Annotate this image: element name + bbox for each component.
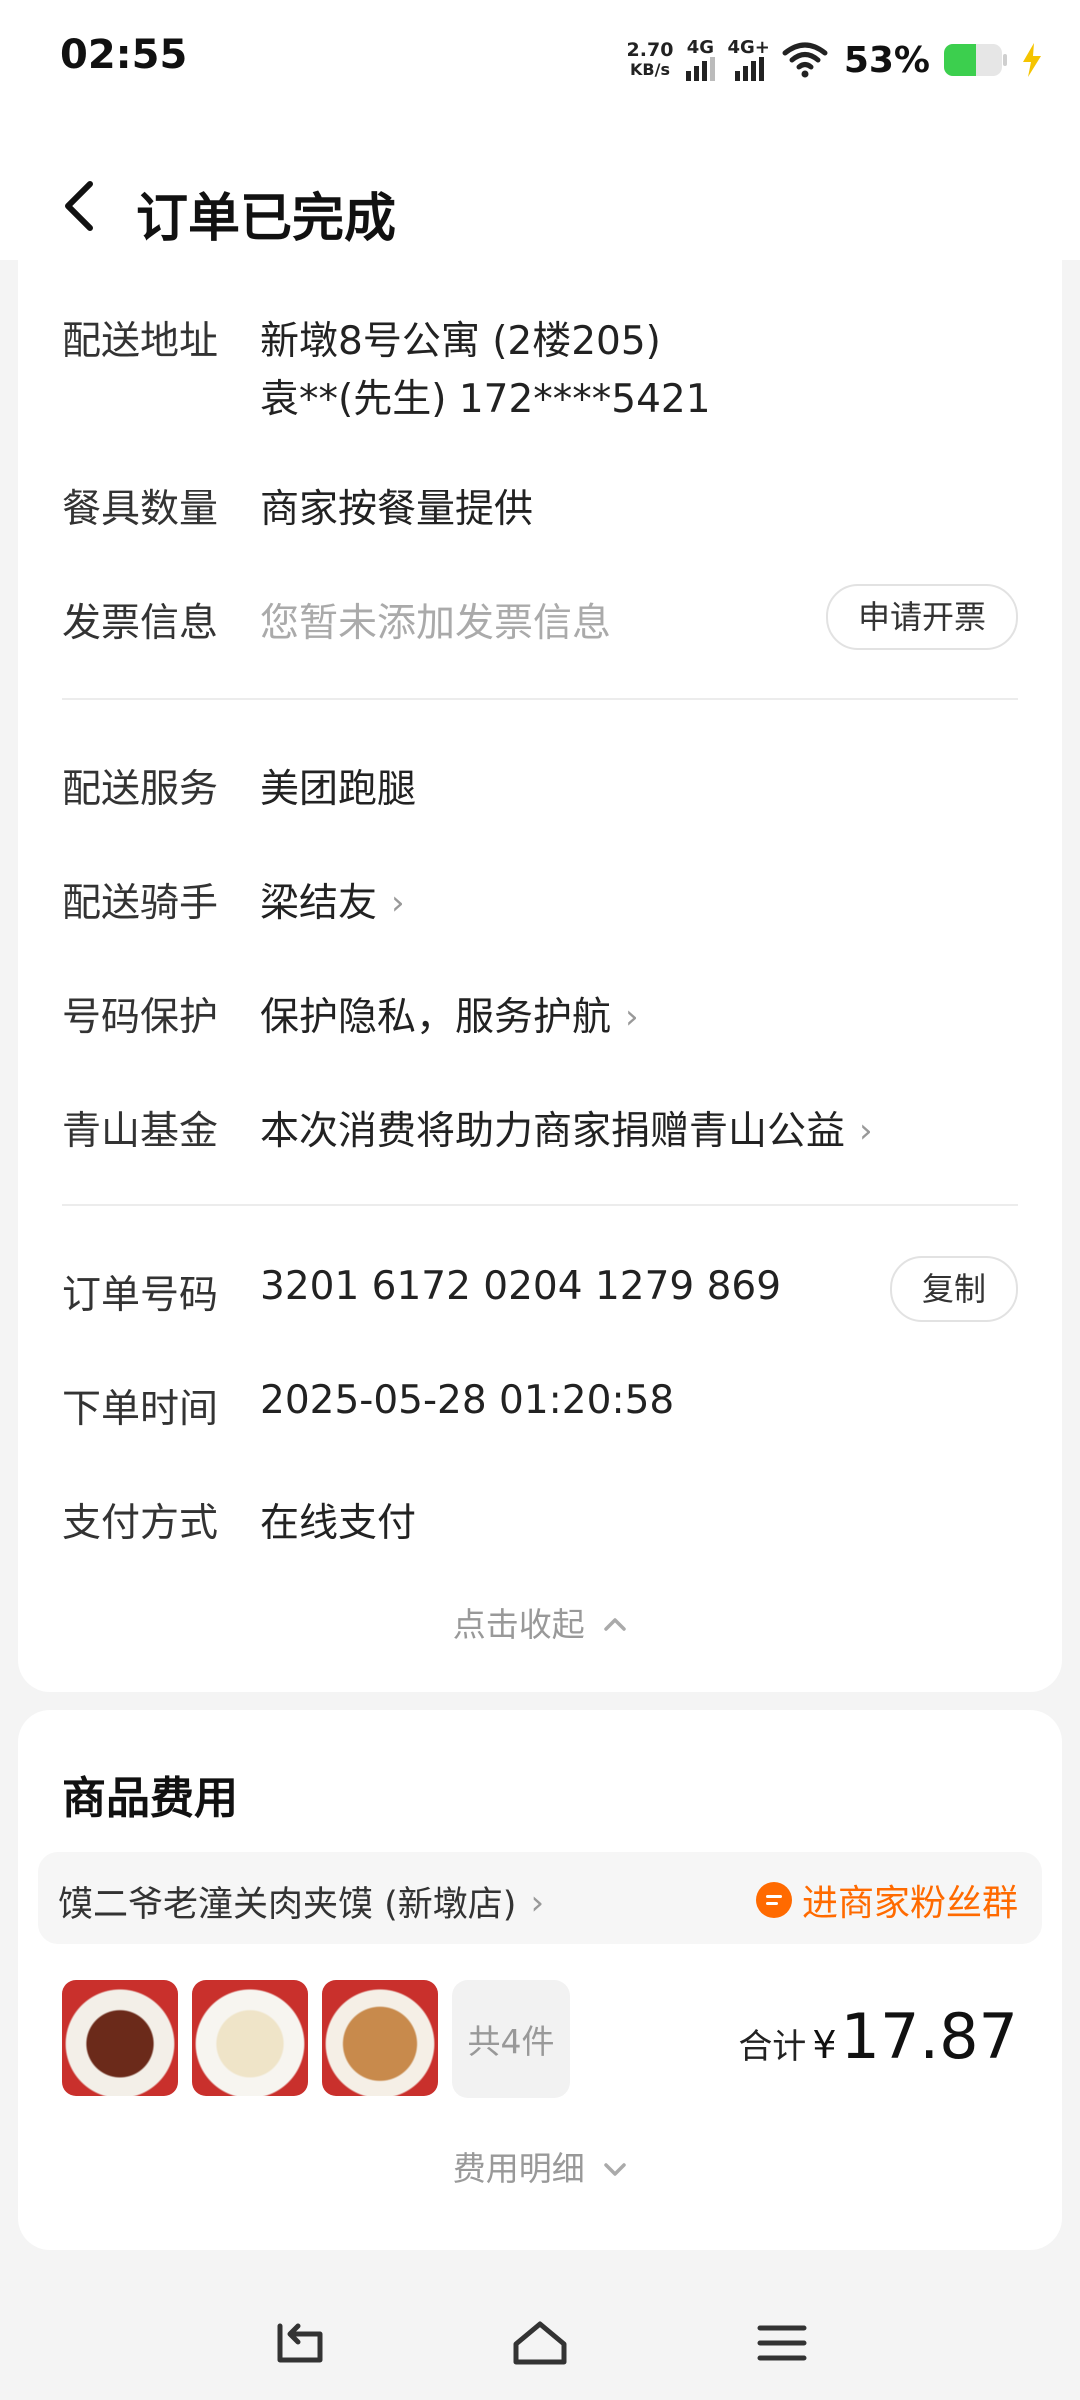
- shop-name-link[interactable]: 馍二爷老潼关肉夹馍 (新墩店) ›: [58, 1876, 544, 1927]
- order-time-value: 2025-05-28 01:20:58: [260, 1378, 675, 1423]
- section-title: 商品费用: [62, 1773, 238, 1824]
- shop-bar: 馍二爷老潼关肉夹馍 (新墩店) › 进商家粉丝群: [38, 1852, 1042, 1944]
- battery-icon: [944, 44, 1007, 76]
- total-currency: ¥: [812, 2023, 837, 2067]
- fan-group-button[interactable]: 进商家粉丝群: [755, 1874, 1018, 1926]
- fan-group-label: 进商家粉丝群: [801, 1883, 1018, 1924]
- back-nav-icon[interactable]: [270, 2318, 330, 2368]
- address-line1: 新墩8号公寓 (2楼205): [260, 319, 661, 364]
- page-title: 订单已完成: [136, 189, 397, 249]
- chevron-right-icon: ›: [530, 1883, 545, 1923]
- delivery-service-value: 美团跑腿: [260, 767, 417, 812]
- system-nav-bar: [0, 2280, 1080, 2400]
- net-speed-unit: KB/s: [630, 60, 670, 79]
- shop-name: 馍二爷老潼关肉夹馍 (新墩店): [58, 1885, 517, 1925]
- address-label: 配送地址: [62, 319, 219, 364]
- item-thumbnail[interactable]: [192, 1980, 308, 2096]
- item-count[interactable]: 共4件: [452, 1980, 570, 2098]
- rider-label: 配送骑手: [62, 881, 219, 926]
- goods-fee-card: 商品费用 馍二爷老潼关肉夹馍 (新墩店) › 进商家粉丝群 共4件 合计 ¥ 17…: [18, 1710, 1062, 2250]
- item-thumbnail[interactable]: [62, 1980, 178, 2096]
- fee-detail-label: 费用明细: [452, 2149, 585, 2188]
- number-protect-label: 号码保护: [62, 995, 219, 1040]
- invoice-value: 您暂未添加发票信息: [260, 601, 612, 646]
- wifi-icon: [782, 42, 828, 78]
- delivery-service-label: 配送服务: [62, 767, 219, 812]
- payment-label: 支付方式: [62, 1501, 219, 1546]
- home-nav-icon[interactable]: [510, 2318, 570, 2368]
- rider-value-wrap[interactable]: 梁结友 ›: [260, 872, 405, 928]
- status-icons: 2.70 KB/s 4G 4G+ 53%: [627, 30, 1044, 90]
- order-total: 合计 ¥ 17.87: [738, 2000, 1018, 2073]
- chevron-down-icon: [604, 2163, 626, 2176]
- number-protect-value-wrap[interactable]: 保护隐私，服务护航 ›: [260, 986, 639, 1042]
- qingshan-fund-label: 青山基金: [62, 1109, 219, 1154]
- net-speed: 2.70 KB/s: [627, 40, 674, 80]
- menu-nav-icon[interactable]: [752, 2318, 812, 2368]
- chevron-right-icon: ›: [859, 1111, 873, 1151]
- copy-button[interactable]: 复制: [889, 1256, 1018, 1322]
- order-info-card: 配送地址 新墩8号公寓 (2楼205) 袁**(先生) 172****5421 …: [18, 258, 1062, 1692]
- apply-invoice-button[interactable]: 申请开票: [825, 584, 1018, 650]
- chevron-right-icon: ›: [391, 883, 405, 923]
- order-number-value: 3201 6172 0204 1279 869: [260, 1264, 782, 1309]
- tableware-label: 餐具数量: [62, 487, 219, 532]
- divider: [62, 698, 1018, 700]
- rider-value: 梁结友: [260, 881, 378, 926]
- chevron-right-icon: ›: [625, 997, 639, 1037]
- order-time-label: 下单时间: [62, 1387, 219, 1432]
- order-number-label: 订单号码: [62, 1273, 219, 1318]
- signal-label: 4G: [686, 37, 715, 58]
- divider: [62, 1204, 1018, 1206]
- signal-icon: 4G: [685, 37, 716, 81]
- net-speed-value: 2.70: [626, 39, 674, 61]
- number-protect-value: 保护隐私，服务护航: [260, 995, 612, 1040]
- tableware-value: 商家按餐量提供: [260, 487, 534, 532]
- battery-percent: 53%: [843, 39, 930, 81]
- qingshan-fund-value: 本次消费将助力商家捐赠青山公益: [260, 1109, 846, 1154]
- fee-detail-toggle[interactable]: 费用明细: [18, 2142, 1062, 2190]
- qingshan-fund-value-wrap[interactable]: 本次消费将助力商家捐赠青山公益 ›: [260, 1100, 873, 1156]
- chevron-up-icon: [604, 1618, 626, 1631]
- total-label: 合计: [738, 2027, 807, 2067]
- payment-value: 在线支付: [260, 1501, 417, 1546]
- item-thumbnail[interactable]: [322, 1980, 438, 2096]
- back-icon[interactable]: [58, 178, 102, 234]
- charging-icon: [1023, 43, 1041, 77]
- signal-icon-2: 4G+: [727, 37, 770, 81]
- invoice-label: 发票信息: [62, 601, 219, 646]
- address-line2: 袁**(先生) 172****5421: [260, 377, 711, 422]
- chat-icon: [755, 1882, 792, 1918]
- collapse-toggle[interactable]: 点击收起: [18, 1598, 1062, 1646]
- item-thumbnails[interactable]: 共4件: [62, 1980, 570, 2098]
- collapse-label: 点击收起: [452, 1605, 585, 1644]
- total-amount: 17.87: [840, 2000, 1019, 2073]
- signal-label-2: 4G+: [727, 37, 770, 58]
- status-time: 02:55: [60, 32, 188, 78]
- status-bar: 02:55 2.70 KB/s 4G 4G+ 53%: [0, 0, 1080, 120]
